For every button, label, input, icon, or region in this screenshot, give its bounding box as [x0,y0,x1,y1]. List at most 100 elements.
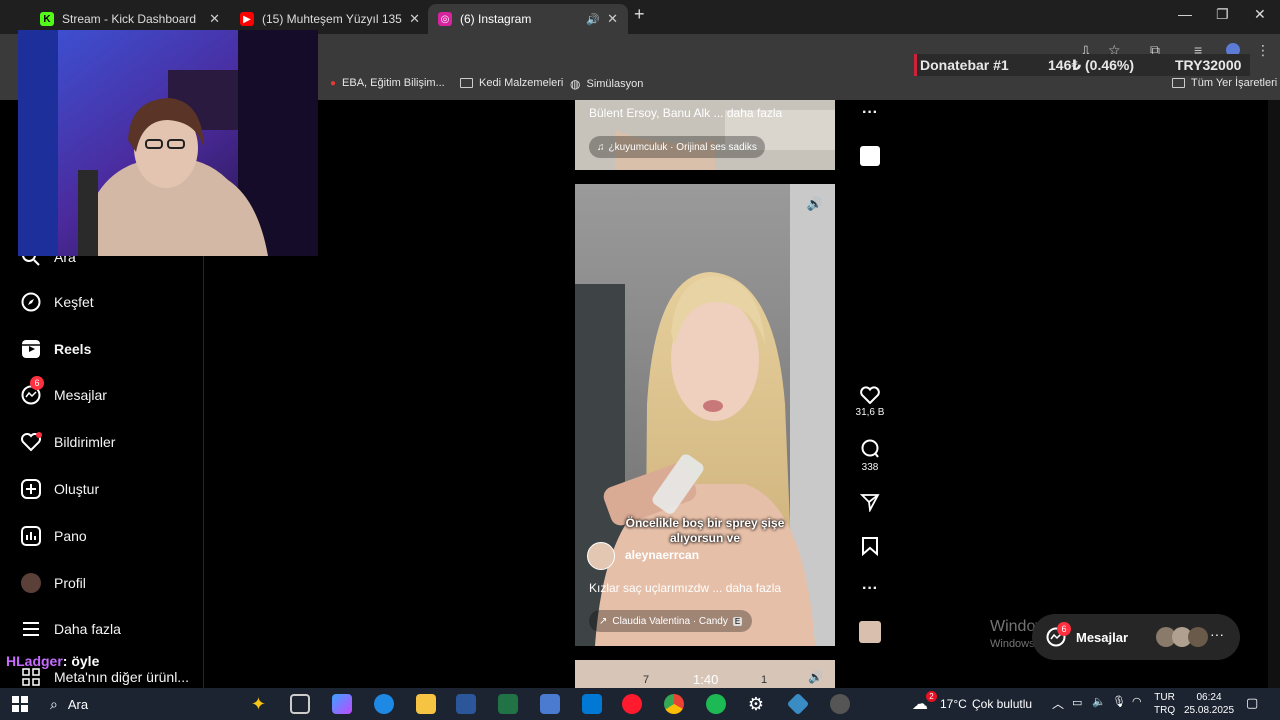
maximize-button[interactable]: ❐ [1216,6,1229,23]
messages-pill[interactable]: 6 Mesajlar ··· [1032,614,1240,660]
avatar-icon [20,572,42,594]
comment-count: 338 [861,462,879,473]
close-icon[interactable]: ✕ [409,11,420,27]
obs-icon[interactable] [830,694,850,714]
volume-icon[interactable]: 🔊 [808,670,823,684]
battery-icon[interactable]: ▭ [1072,696,1082,709]
notification-icon[interactable]: ▢ [1246,695,1258,711]
subtitle-line: alıyorsun ve [669,531,741,545]
speaker-icon[interactable]: 🔊 [586,13,600,26]
prev-post-caption[interactable]: Bülent Ersoy, Banu Alk ... daha fazla [589,106,782,120]
microphone-icon[interactable]: 🎙 [1112,695,1126,708]
stream-chat-message: HLadger: öyle [6,653,99,669]
share-button[interactable] [852,492,888,515]
clock-date: 25.08.2025 [1184,705,1235,716]
sidebar-item-olustur[interactable]: Oluştur [20,478,99,500]
donate-amount: 146₺ (0.46%) [1048,57,1135,73]
edge-icon[interactable] [374,694,394,714]
close-icon[interactable]: ✕ [607,11,618,27]
calculator-icon[interactable] [540,694,560,714]
next-post-card[interactable]: 7 1:40 1 🔊 [575,660,835,688]
chrome-icon[interactable] [664,694,684,714]
bookmark-label: Kedi Malzemeleri [479,77,564,89]
audio-label: Claudia Valentina · Candy [612,615,728,627]
menu-dots-icon[interactable]: ⋮ [1256,42,1270,59]
bookmark-kedi[interactable]: Kedi Malzemeleri [460,77,563,89]
weather-badge: 2 [926,691,937,702]
scrollbar[interactable] [1268,100,1280,688]
taskbar-search[interactable]: ⌕ Ara ✦ [42,691,274,717]
minimize-button[interactable]: — [1178,6,1192,22]
bookmark-eba[interactable]: ● EBA, Eğitim Bilişim... [330,77,445,89]
reel-username[interactable]: aleynaerrcan [625,548,699,562]
sidebar-item-label: Oluştur [54,481,100,497]
folder-icon [1172,78,1185,88]
close-icon[interactable]: ✕ [209,11,220,27]
app-icon[interactable] [786,692,810,716]
sidebar-item-label: Profil [54,575,86,591]
grid-icon [20,666,42,688]
copilot-app-icon[interactable] [332,694,352,714]
word-icon[interactable] [456,694,476,714]
audio-label: ¿kuyumculuk · Orijinal ses sadiks [608,141,757,153]
opera-icon[interactable] [622,694,642,714]
bookmark-simulasyon[interactable]: ◍ Simülasyon [570,77,643,91]
wifi-icon[interactable]: ◠ [1132,695,1142,708]
sidebar-item-label: Meta'nın diğer ürünl... [54,669,189,685]
windows-start-icon[interactable] [12,696,28,717]
sidebar-item-daha-fazla[interactable]: Daha fazla [20,618,121,640]
sidebar-item-meta[interactable]: Meta'nın diğer ürünl... [20,666,189,688]
store-icon[interactable] [582,694,602,714]
more-options-icon[interactable]: ··· [852,580,888,598]
tab-instagram[interactable]: ◎ (6) Instagram 🔊 ✕ [428,4,628,34]
reel-caption[interactable]: Kızlar saç uçlarımızdw ... daha fazla [589,581,781,595]
reel-user-avatar[interactable] [587,542,615,570]
weather-text[interactable]: Çok bulutlu [972,697,1032,711]
excel-icon[interactable] [498,694,518,714]
more-options-icon[interactable]: ··· [852,104,888,122]
comment-button[interactable]: 338 [852,439,888,473]
more-options-icon[interactable]: ··· [1210,626,1224,642]
language-indicator[interactable]: TUR TRQ [1154,691,1175,717]
new-tab-button[interactable]: + [634,4,645,25]
save-button[interactable] [852,536,888,559]
send-icon [859,494,880,513]
volume-icon[interactable]: 🔊 [807,196,823,212]
sidebar-item-mesajlar[interactable]: 6 Mesajlar [20,376,107,406]
chevron-up-icon[interactable]: ︿ [1052,695,1064,712]
file-explorer-icon[interactable] [416,694,436,714]
heart-icon [20,431,42,453]
sidebar-item-reels[interactable]: Reels [20,338,91,360]
notification-badge: 6 [30,376,44,390]
reel-audio-thumbnail[interactable] [852,621,888,646]
close-window-button[interactable]: ✕ [1254,6,1266,23]
sidebar-item-kesfet[interactable]: Keşfet [20,291,94,313]
spotify-icon[interactable] [706,694,726,714]
sidebar-item-profil[interactable]: Profil [20,572,86,594]
bookmark-label: Simülasyon [586,78,644,90]
instagram-icon: ◎ [438,12,452,26]
reel-video[interactable] [575,184,835,646]
plus-square-icon [20,478,42,500]
task-view-icon[interactable] [290,694,310,714]
clock[interactable]: 06:24 25.08.2025 [1184,691,1234,717]
reel-audio[interactable]: ↗ Claudia Valentina · Candy E [589,610,753,632]
search-placeholder: Ara [67,696,89,712]
sidebar-item-label: Pano [54,528,87,544]
weather-temp[interactable]: 17°C [940,697,967,711]
bookmark-all[interactable]: Tüm Yer İşaretleri [1172,77,1277,89]
sidebar-item-pano[interactable]: Pano [20,525,87,547]
windows-taskbar: ⌕ Ara ✦ ⚙ ☁ 2 17°C Çok bulutlu ︿ ▭ 🔈 🎙 ◠… [0,688,1280,720]
like-button[interactable]: 31,6 B [852,386,888,418]
settings-icon[interactable]: ⚙ [746,694,766,714]
prev-post-audio[interactable]: ♫ ¿kuyumculuk · Orijinal ses sadiks [589,136,765,158]
search-icon: ⌕ [50,695,58,712]
prev-post-card[interactable]: Bülent Ersoy, Banu Alk ... daha fazla ♫ … [575,100,835,170]
chat-text: : öyle [62,653,100,669]
notification-badge: 6 [1057,622,1071,636]
prev-audio-thumbnail[interactable] [852,146,888,169]
volume-icon[interactable]: 🔈 [1092,695,1106,708]
webcam-overlay [18,30,318,256]
sidebar-item-bildirimler[interactable]: Bildirimler [20,431,115,453]
reel-card[interactable]: 🔊 Öncelikle boş bir sprey şişe alıyorsun… [575,184,835,646]
